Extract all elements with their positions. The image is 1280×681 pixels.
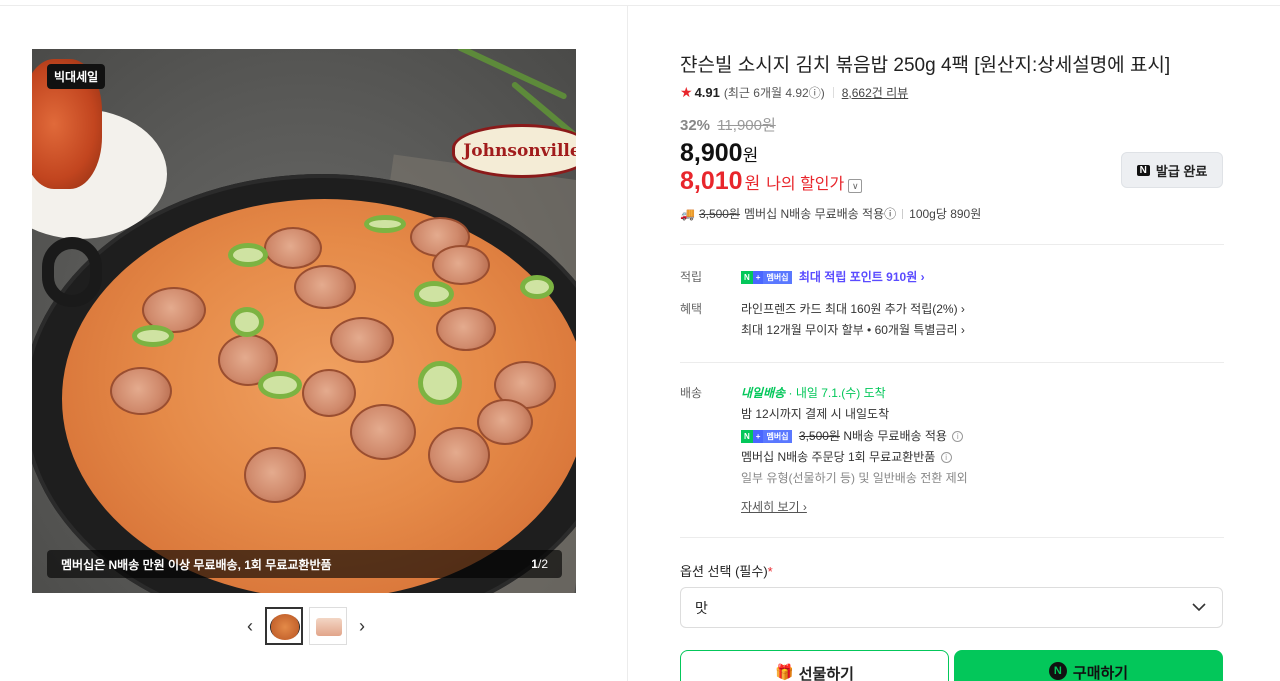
gift-button[interactable]: 🎁 선물하기	[680, 650, 949, 681]
column-divider	[627, 5, 628, 681]
membership-badge: N + 멤버십	[741, 430, 792, 444]
image-pager: 1/2	[531, 557, 548, 571]
sale-price-unit: 원	[742, 146, 759, 165]
my-price-label: 나의 할인가	[766, 176, 845, 193]
sausage-slice	[302, 369, 356, 417]
exchange-note: 멤버십 N배송 주문당 1회 무료교환반품	[741, 450, 936, 464]
image-caption: 멤버십은 N배송 만원 이상 무료배송, 1회 무료교환반품 1/2	[47, 550, 562, 578]
divider	[680, 362, 1224, 363]
divider	[680, 244, 1224, 245]
sausage-slice	[264, 227, 322, 269]
recent-rating: (최근 6개월 4.92ⓘ)	[723, 86, 825, 100]
option-select[interactable]: 맛	[680, 587, 1223, 628]
green-onion-ring	[258, 371, 302, 399]
shipping-row: 🚚 3,500원 멤버십 N배송 무료배송 적용ⓘ 100g당 890원	[680, 205, 981, 222]
sausage-slice	[436, 307, 496, 351]
discount-percent: 32%	[680, 117, 711, 134]
delivery-row: 내일배송 · 내일 7.1.(수) 도착	[741, 384, 886, 401]
sausage-slice	[294, 265, 356, 309]
card-benefit-link[interactable]: 라인프렌즈 카드 최대 160원 추가 적립(2%) ›	[741, 300, 965, 317]
delivery-fee-row: N + 멤버십 3,500원 N배송 무료배송 적용 i	[741, 427, 964, 444]
coupon-label: 발급 완료	[1155, 163, 1208, 179]
brand-logo: Johnsonville	[452, 124, 576, 178]
installment-link[interactable]: 최대 12개월 무이자 할부 • 60개월 특별금리 ›	[741, 321, 965, 338]
product-main-image[interactable]: Johnsonville	[32, 49, 576, 593]
gift-icon: 🎁	[775, 664, 794, 681]
sausage-slice	[432, 245, 490, 285]
option-label: 옵션 선택 (필수)*	[680, 564, 773, 579]
green-onion-ring	[418, 361, 462, 405]
rating-score: 4.91	[694, 85, 720, 100]
coupon-button[interactable]: N 발급 완료	[1121, 152, 1223, 188]
option-selected-value: 맛	[695, 599, 708, 616]
points-text: 최대 적립 포인트 910원 ›	[798, 270, 925, 284]
my-price-row: 8,010 원 나의 할인가 ∨	[680, 167, 863, 196]
naver-pay-icon: N	[1048, 662, 1067, 680]
delivery-label: 배송	[680, 386, 703, 400]
benefit-label: 혜택	[680, 302, 703, 316]
sale-badge: 빅대세일	[47, 64, 106, 89]
sale-price-value: 8,900	[680, 139, 743, 167]
sausage-slice	[350, 404, 416, 460]
thumbnail-prev-icon[interactable]: ‹	[241, 607, 259, 645]
buy-label: 구매하기	[1072, 665, 1129, 681]
my-price-unit: 원	[744, 174, 761, 193]
buy-button[interactable]: N 구매하기	[954, 650, 1223, 681]
chevron-down-icon	[1192, 603, 1206, 612]
thumbnail-2[interactable]	[309, 607, 347, 645]
thumbnail-next-icon[interactable]: ›	[353, 607, 371, 645]
membership-badge: N + 멤버십	[741, 271, 792, 285]
info-icon[interactable]: i	[952, 431, 964, 443]
green-onion-ring	[228, 243, 268, 267]
sausage-slice	[244, 447, 306, 503]
product-title: 쟌슨빌 소시지 김치 볶음밥 250g 4팩 [원산지:상세설명에 표시]	[680, 55, 1171, 76]
delivery-arrival: · 내일 7.1.(수) 도착	[788, 386, 886, 400]
delivery-cutoff: 밤 12시까지 결제 시 내일도착	[741, 407, 890, 421]
delivery-more-link[interactable]: 자세히 보기 ›	[741, 498, 807, 515]
chevron-down-icon[interactable]: ∨	[848, 179, 863, 193]
star-icon: ★	[680, 84, 693, 100]
pan-handle	[42, 237, 102, 307]
sale-price: 8,900원	[680, 139, 758, 168]
truck-icon: 🚚	[680, 206, 695, 221]
exchange-row: 멤버십 N배송 주문당 1회 무료교환반품 i	[741, 448, 952, 465]
green-onion-ring	[132, 325, 174, 347]
delivery-fee-note: N배송 무료배송 적용	[843, 429, 947, 443]
unit-price: 100g당 890원	[909, 207, 982, 221]
sausage-slice	[428, 427, 490, 483]
naver-n-icon: N	[1136, 164, 1150, 176]
green-onion-ring	[520, 275, 554, 299]
thumbnail-1[interactable]	[265, 607, 303, 645]
gift-label: 선물하기	[798, 666, 854, 681]
info-icon[interactable]: i	[940, 452, 952, 464]
delivery-exclusion: 일부 유형(선물하기 등) 및 일반배송 전환 제외	[741, 471, 968, 485]
required-mark: *	[767, 564, 773, 579]
scallion-stalk	[456, 49, 568, 101]
sausage-slice	[477, 399, 533, 445]
my-price-value: 8,010	[680, 167, 743, 195]
green-onion-ring	[364, 215, 406, 233]
separator	[902, 208, 904, 219]
rating-row: ★ 4.91 (최근 6개월 4.92ⓘ) 8,662건 리뷰	[680, 84, 908, 101]
top-divider	[0, 5, 1280, 6]
sausage-slice	[330, 317, 394, 363]
shipping-note: 멤버십 N배송 무료배송 적용ⓘ	[744, 207, 897, 221]
tomorrow-delivery-brand: 내일배송	[741, 386, 786, 400]
separator	[832, 87, 834, 98]
thumbnail-strip: ‹ ›	[241, 607, 371, 645]
original-price: 11,900원	[717, 117, 776, 134]
caption-text: 멤버십은 N배송 만원 이상 무료배송, 1회 무료교환반품	[61, 557, 332, 572]
delivery-fee-strike: 3,500원	[798, 429, 840, 443]
discount-row: 32% 11,900원	[680, 114, 776, 135]
divider	[680, 537, 1224, 538]
points-label: 적립	[680, 270, 703, 284]
sausage-slice	[110, 367, 172, 415]
shipping-fee: 3,500원	[698, 207, 741, 221]
green-onion-ring	[414, 281, 454, 307]
points-row[interactable]: N + 멤버십 최대 적립 포인트 910원 ›	[741, 268, 925, 285]
review-count-link[interactable]: 8,662건 리뷰	[842, 84, 908, 101]
green-onion-ring	[230, 307, 264, 337]
